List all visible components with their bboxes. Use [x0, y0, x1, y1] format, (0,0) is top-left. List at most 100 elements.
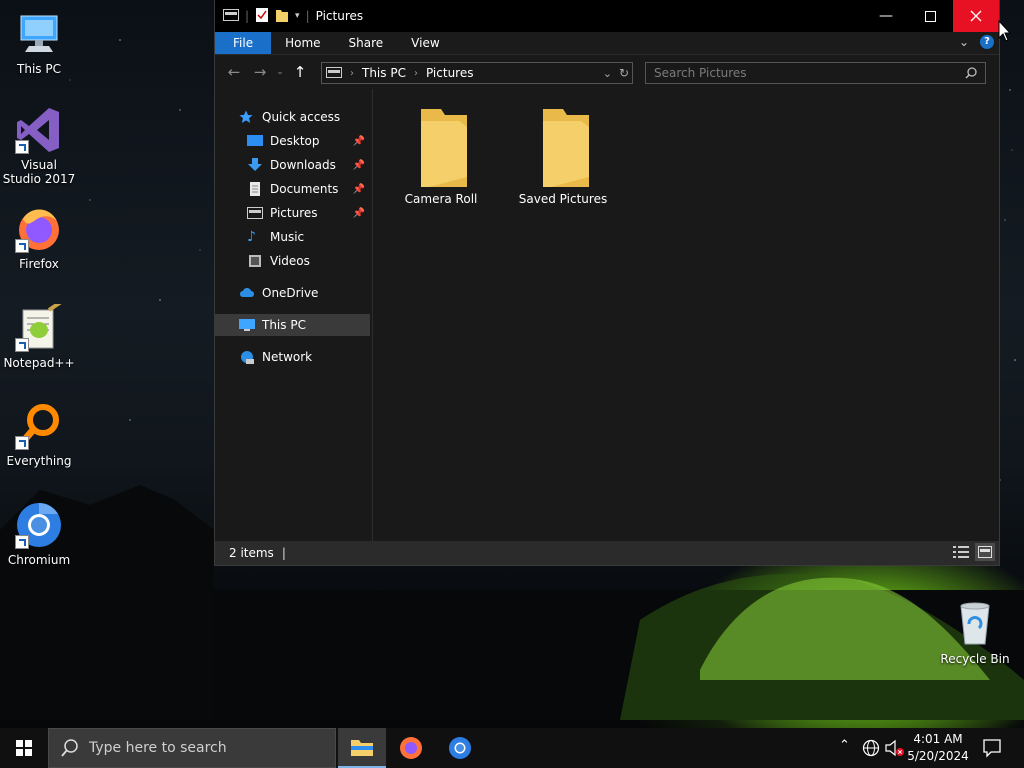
taskbar-search-box[interactable]: Type here to search — [48, 728, 336, 768]
breadcrumb-separator-icon: › — [350, 67, 354, 79]
pictures-icon — [247, 206, 263, 220]
tab-file[interactable]: File — [215, 32, 272, 54]
tab-view[interactable]: View — [397, 32, 453, 54]
desktop-icon-label: Visual Studio 2017 — [2, 158, 76, 186]
video-film-icon — [247, 254, 263, 268]
desktop-icon-visual-studio[interactable]: Visual Studio 2017 — [1, 106, 77, 186]
visual-studio-icon — [15, 106, 63, 154]
desktop-icon-label: Everything — [6, 454, 72, 468]
shortcut-arrow-icon — [15, 140, 29, 154]
breadcrumb-pictures[interactable]: Pictures — [426, 66, 474, 80]
explorer-window-icon[interactable] — [223, 8, 239, 25]
address-dropdown-chevron-icon[interactable]: ⌄ — [603, 67, 612, 80]
divider: | — [245, 9, 250, 23]
folder-item-saved-pictures[interactable]: Saved Pictures — [513, 105, 613, 206]
taskbar-firefox[interactable] — [387, 728, 435, 768]
status-divider: | — [281, 546, 286, 560]
up-arrow-icon[interactable]: ↑ — [287, 63, 313, 81]
desktop-icon-notepad-plus-plus[interactable]: Notepad++ — [1, 300, 77, 370]
file-list-area[interactable]: Camera Roll Saved Pictures — [373, 89, 999, 541]
folder-icon — [543, 109, 589, 187]
network-globe-icon[interactable] — [862, 739, 880, 760]
desktop-icon-firefox[interactable]: Firefox — [1, 205, 77, 271]
desktop-folder-icon — [247, 134, 263, 148]
desktop-icon-chromium[interactable]: Chromium — [1, 501, 77, 567]
nav-music[interactable]: ♪ Music — [247, 227, 304, 247]
taskbar: Type here to search ⌃ 4:01 AM 5/20/2024 — [0, 728, 1024, 768]
folder-item-camera-roll[interactable]: Camera Roll — [391, 105, 491, 206]
desktop-icon-everything[interactable]: Everything — [1, 402, 77, 468]
nav-downloads[interactable]: Downloads 📌 — [247, 155, 369, 175]
nav-label: Downloads — [270, 158, 336, 172]
desktop-icon-this-pc[interactable]: This PC — [1, 10, 77, 76]
nav-onedrive[interactable]: OneDrive — [239, 283, 318, 303]
volume-muted-icon[interactable] — [885, 739, 905, 760]
tab-share[interactable]: Share — [335, 32, 398, 54]
firefox-icon — [15, 205, 63, 253]
nav-pictures[interactable]: Pictures 📌 — [247, 203, 369, 223]
mouse-cursor-icon — [998, 20, 1012, 42]
refresh-icon[interactable]: ↻ — [619, 66, 629, 80]
help-icon[interactable]: ? — [980, 35, 994, 49]
expand-ribbon-chevron-icon[interactable]: ⌄ — [959, 35, 969, 49]
notepad-plus-plus-icon — [15, 300, 63, 352]
nav-label: Music — [270, 230, 305, 244]
pin-icon[interactable]: 📌 — [353, 184, 365, 195]
search-box[interactable]: Search Pictures — [645, 62, 986, 84]
shortcut-arrow-icon — [15, 239, 29, 253]
folder-label: Saved Pictures — [518, 192, 608, 206]
firefox-icon — [400, 737, 422, 759]
search-icon — [965, 67, 977, 79]
title-bar[interactable]: | ▾ | Pictures — — [215, 0, 999, 32]
breadcrumb-separator-icon: › — [413, 67, 418, 79]
recent-locations-chevron-icon[interactable]: ⌄ — [273, 67, 287, 77]
chromium-icon — [449, 737, 471, 759]
network-globe-icon — [239, 350, 255, 364]
nav-desktop[interactable]: Desktop 📌 — [247, 131, 369, 151]
taskbar-file-explorer[interactable] — [338, 728, 386, 768]
nav-quick-access[interactable]: Quick access — [239, 107, 340, 127]
nav-documents[interactable]: Documents 📌 — [247, 179, 369, 199]
star-icon — [239, 110, 255, 124]
customize-toolbar-chevron-icon[interactable]: ▾ — [295, 11, 300, 21]
nav-network[interactable]: Network — [239, 347, 312, 367]
show-hidden-icons-chevron-icon[interactable]: ⌃ — [839, 738, 850, 753]
close-button[interactable] — [953, 0, 999, 32]
this-pc-small-icon — [326, 67, 342, 78]
taskbar-clock[interactable]: 4:01 AM 5/20/2024 — [906, 731, 970, 765]
folder-label: Camera Roll — [404, 192, 478, 206]
pin-icon[interactable]: 📌 — [353, 208, 365, 219]
taskbar-chromium[interactable] — [436, 728, 484, 768]
divider: | — [305, 9, 310, 23]
everything-search-icon — [15, 402, 63, 450]
action-center-icon[interactable] — [982, 738, 1002, 761]
desktop-icon-recycle-bin[interactable]: Recycle Bin — [937, 600, 1013, 666]
new-folder-quick-icon[interactable] — [275, 7, 289, 26]
music-note-icon: ♪ — [247, 229, 256, 245]
maximize-button[interactable] — [907, 0, 953, 32]
file-explorer-window[interactable]: | ▾ | Pictures — File Home Share View ⌄ … — [214, 0, 1000, 566]
this-pc-icon — [15, 10, 63, 58]
tab-home[interactable]: Home — [271, 32, 334, 54]
folder-icon — [421, 109, 467, 187]
back-arrow-icon[interactable]: ← — [221, 63, 247, 81]
pin-icon[interactable]: 📌 — [353, 136, 365, 147]
recycle-bin-icon — [951, 600, 999, 648]
start-button[interactable] — [0, 728, 48, 768]
pin-icon[interactable]: 📌 — [353, 160, 365, 171]
forward-arrow-icon[interactable]: → — [247, 63, 273, 81]
desktop-icon-label: This PC — [17, 62, 61, 76]
status-bar: 2 items | — [215, 541, 999, 565]
cloud-icon — [239, 286, 255, 300]
breadcrumb-this-pc[interactable]: This PC — [362, 66, 406, 80]
nav-label: Videos — [270, 254, 310, 268]
large-icons-view-icon[interactable] — [975, 543, 995, 561]
details-view-icon[interactable] — [953, 545, 969, 562]
search-icon — [61, 739, 78, 757]
minimize-icon: — — [879, 8, 893, 24]
nav-videos[interactable]: Videos — [247, 251, 310, 271]
properties-quick-icon[interactable] — [255, 7, 269, 26]
minimize-button[interactable]: — — [863, 0, 909, 32]
address-bar[interactable]: › This PC › Pictures ⌄ ↻ — [321, 62, 633, 84]
nav-this-pc[interactable]: This PC — [215, 314, 370, 336]
